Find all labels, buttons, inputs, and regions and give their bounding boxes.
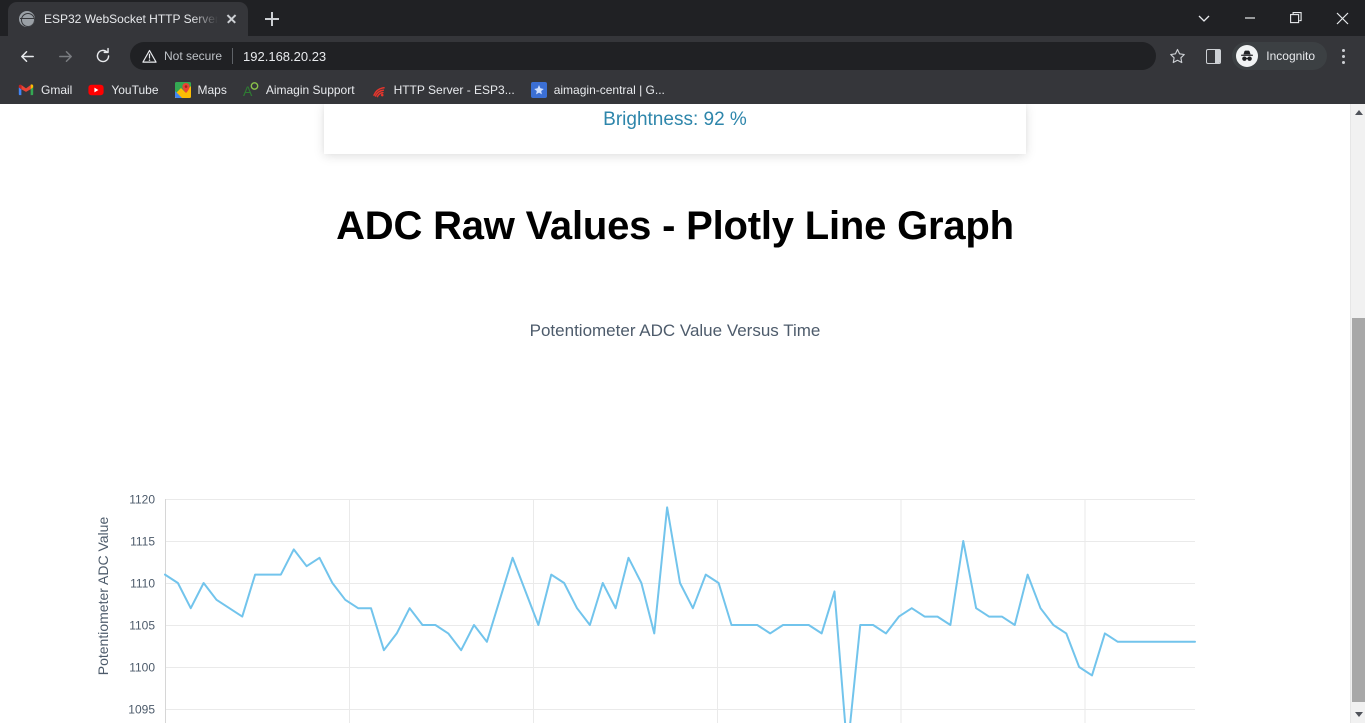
web-page: Brightness: 92 % ADC Raw Values - Plotly… [0, 104, 1350, 723]
aimagin-support-icon: A [243, 82, 259, 98]
browser-window: ESP32 WebSocket HTTP Server D Not secure… [0, 0, 1365, 723]
youtube-icon [88, 84, 104, 96]
bookmark-maps[interactable]: Maps [167, 79, 235, 101]
page-scrollbar[interactable] [1350, 104, 1365, 723]
bookmark-label: HTTP Server - ESP3... [393, 83, 515, 97]
browser-tab[interactable]: ESP32 WebSocket HTTP Server D [8, 2, 248, 36]
brightness-value-label: Brightness: 92 % [603, 109, 747, 130]
scrollbar-thumb[interactable] [1352, 318, 1365, 702]
globe-icon [19, 11, 35, 27]
new-tab-button[interactable] [258, 5, 286, 33]
search-tabs-icon[interactable] [1181, 0, 1227, 36]
svg-text:1120: 1120 [129, 493, 155, 507]
back-icon[interactable] [12, 41, 42, 71]
bookmark-label: Maps [197, 83, 227, 97]
bookmark-label: aimagin-central | G... [553, 83, 665, 97]
gmail-icon [18, 84, 34, 96]
scroll-down-icon[interactable] [1351, 706, 1365, 723]
bookmarks-bar: Gmail YouTube Maps A Aimagin Support HTT… [0, 76, 1365, 104]
bookmark-star-icon[interactable] [1162, 41, 1192, 71]
url-text: 192.168.20.23 [243, 48, 327, 64]
plotly-chart[interactable]: Potentiometer ADC Value Versus Time Pote… [0, 296, 1350, 723]
security-status-label: Not secure [164, 49, 223, 63]
address-bar[interactable]: Not secure 192.168.20.23 [130, 42, 1157, 70]
not-secure-warning-icon [142, 49, 157, 64]
close-icon[interactable] [222, 10, 240, 28]
bookmark-aimagin-central[interactable]: aimagin-central | G... [523, 79, 673, 101]
scroll-up-icon[interactable] [1351, 104, 1365, 121]
window-controls [1181, 0, 1365, 36]
bookmark-youtube[interactable]: YouTube [80, 79, 166, 101]
page-title: ADC Raw Values - Plotly Line Graph [336, 204, 1014, 248]
bookmark-aimagin-support[interactable]: A Aimagin Support [235, 79, 363, 101]
maximize-icon[interactable] [1273, 0, 1319, 36]
incognito-indicator[interactable]: Incognito [1232, 42, 1327, 70]
aimagin-central-icon [530, 82, 547, 98]
bookmark-label: Aimagin Support [265, 83, 355, 97]
omnibox-divider [232, 48, 234, 64]
google-maps-icon [174, 82, 191, 98]
minimize-icon[interactable] [1227, 0, 1273, 36]
close-window-icon[interactable] [1319, 0, 1365, 36]
brightness-card: Brightness: 92 % [324, 104, 1026, 154]
bookmark-gmail[interactable]: Gmail [10, 79, 80, 101]
forward-icon[interactable] [50, 41, 80, 71]
incognito-label: Incognito [1266, 49, 1315, 63]
incognito-icon [1236, 45, 1259, 67]
svg-text:1105: 1105 [129, 619, 155, 633]
side-panel-icon[interactable] [1198, 41, 1228, 71]
chart-canvas[interactable]: 109010951100110511101115112008:48:2008:4… [0, 296, 1350, 723]
tab-title: ESP32 WebSocket HTTP Server D [44, 12, 218, 26]
reload-icon[interactable] [88, 41, 118, 71]
tab-strip: ESP32 WebSocket HTTP Server D [0, 0, 1365, 36]
page-viewport: Brightness: 92 % ADC Raw Values - Plotly… [0, 104, 1365, 723]
browser-toolbar: Not secure 192.168.20.23 Incognito [0, 36, 1365, 76]
espressif-icon [372, 87, 385, 98]
svg-text:1110: 1110 [130, 577, 155, 591]
chrome-menu-icon[interactable] [1329, 41, 1357, 71]
bookmark-http-server-esp32[interactable]: HTTP Server - ESP3... [363, 79, 523, 101]
svg-text:1100: 1100 [129, 661, 155, 675]
bookmark-label: YouTube [111, 83, 159, 97]
bookmark-label: Gmail [41, 83, 73, 97]
svg-text:1095: 1095 [128, 703, 155, 717]
svg-text:1115: 1115 [130, 535, 155, 549]
